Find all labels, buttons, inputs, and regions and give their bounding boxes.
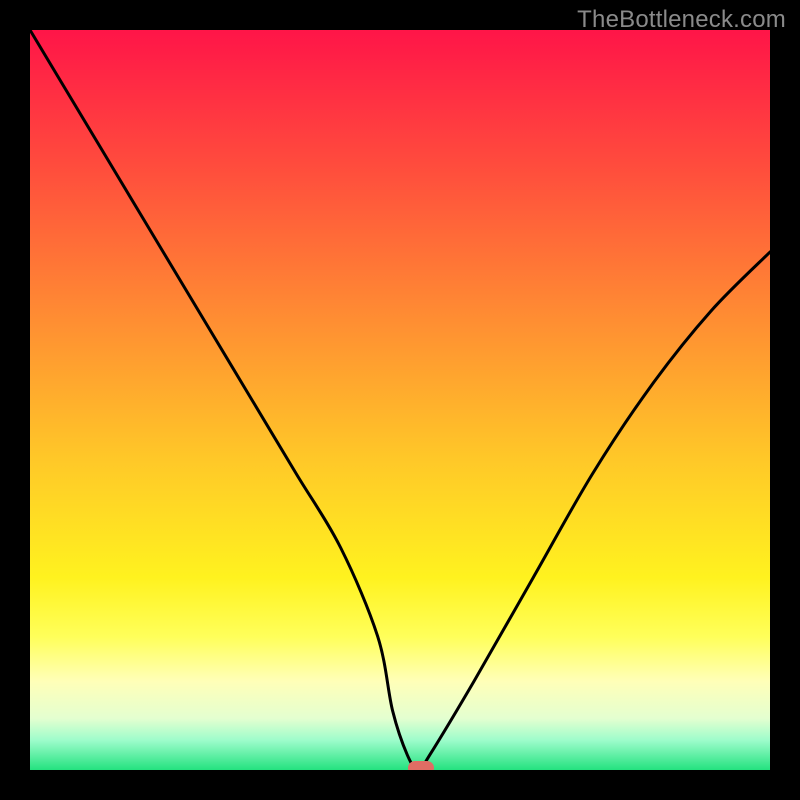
plot-area (30, 30, 770, 770)
chart-frame: TheBottleneck.com (0, 0, 800, 800)
optimal-marker (408, 761, 434, 770)
watermark-text: TheBottleneck.com (577, 6, 786, 34)
heat-gradient-background (30, 30, 770, 770)
